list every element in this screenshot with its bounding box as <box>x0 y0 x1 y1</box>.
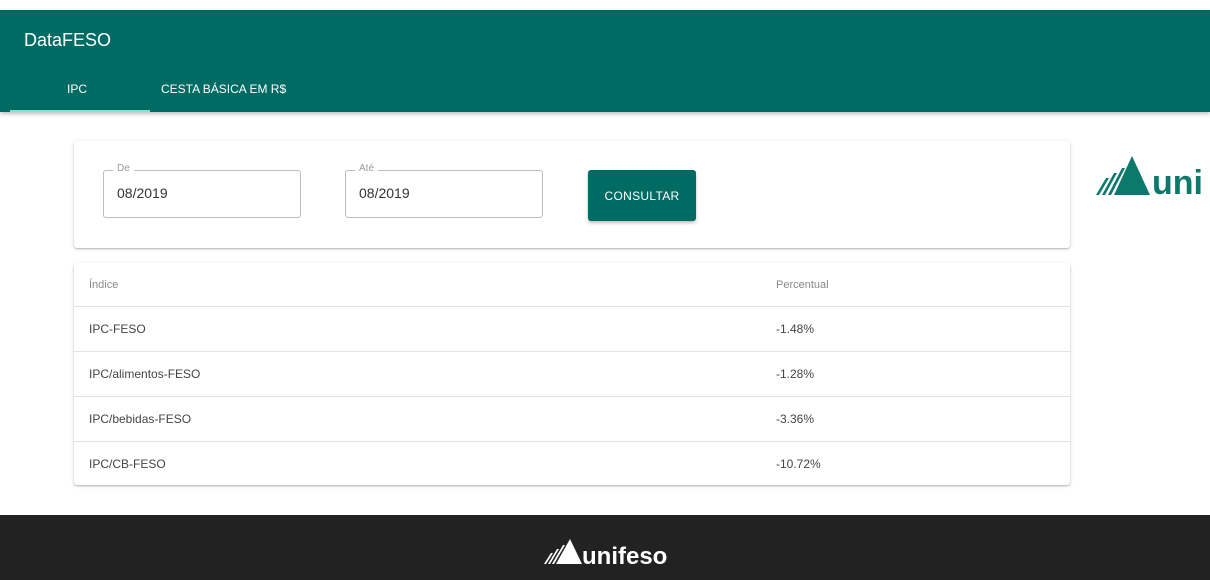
table-row: IPC/alimentos-FESO -1.28% <box>74 352 1070 397</box>
unifeso-footer-logo-mark: unifeso <box>544 539 667 570</box>
table-row: IPC/bebidas-FESO -3.36% <box>74 397 1070 442</box>
logo-right-text: uni <box>1152 164 1203 200</box>
footer: unifeso <box>0 515 1210 580</box>
unifeso-logo-mark: uni <box>1096 156 1203 200</box>
to-date-label: Até <box>355 163 379 174</box>
from-date-input[interactable] <box>117 185 287 201</box>
filter-card: De Até CONSULTAR <box>74 141 1070 248</box>
table-row: IPC-FESO -1.48% <box>74 307 1070 352</box>
to-date-input[interactable] <box>359 185 529 201</box>
tab-cesta-basica[interactable]: CESTA BÁSICA EM R$ <box>150 76 296 112</box>
logo-footer-text: unifeso <box>582 543 667 567</box>
unifeso-logo: uni <box>1094 150 1210 200</box>
cell-indice: IPC/bebidas-FESO <box>89 412 192 426</box>
from-date-field[interactable]: De <box>103 163 301 218</box>
results-table-card: Índice Percentual IPC-FESO -1.48% IPC/al… <box>74 263 1070 485</box>
cell-percentual: -1.48% <box>776 322 815 336</box>
header-percentual: Percentual <box>776 278 829 291</box>
tab-bar: IPC CESTA BÁSICA EM R$ <box>10 76 296 112</box>
table-header-row: Índice Percentual <box>74 263 1070 307</box>
cell-percentual: -1.28% <box>776 367 815 381</box>
footer-logo: unifeso <box>544 537 674 572</box>
cell-indice: IPC/CB-FESO <box>89 457 166 471</box>
results-table: Índice Percentual IPC-FESO -1.48% IPC/al… <box>74 263 1070 486</box>
top-strip <box>0 0 1210 10</box>
to-date-field[interactable]: Até <box>345 163 543 218</box>
cell-indice: IPC-FESO <box>89 322 146 336</box>
cell-percentual: -3.36% <box>776 412 815 426</box>
cell-percentual: -10.72% <box>776 457 821 471</box>
app-title: DataFESO <box>24 30 112 50</box>
table-row: IPC/CB-FESO -10.72% <box>74 442 1070 487</box>
app-bar: DataFESO IPC CESTA BÁSICA EM R$ <box>0 10 1210 112</box>
header-indice: Índice <box>89 278 119 291</box>
cell-indice: IPC/alimentos-FESO <box>89 367 201 381</box>
from-date-label: De <box>113 163 134 174</box>
tab-ipc[interactable]: IPC <box>10 76 150 112</box>
consultar-button[interactable]: CONSULTAR <box>588 170 696 221</box>
